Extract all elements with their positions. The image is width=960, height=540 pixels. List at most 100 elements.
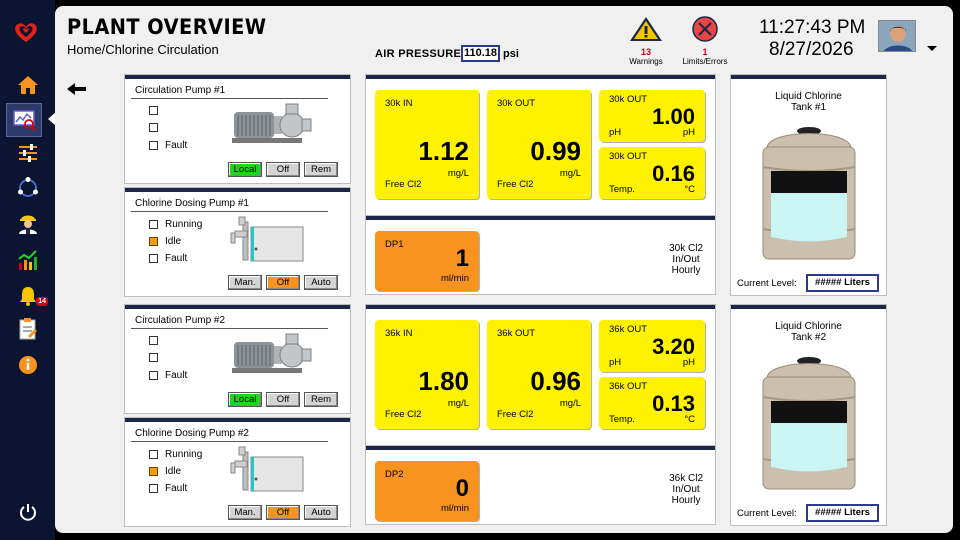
cycle-icon (18, 177, 38, 197)
circulation-pump-2-panel: Circulation Pump #2 Fault Local Off Rem (125, 305, 350, 413)
warnings-count: 13 (640, 47, 651, 57)
status-checkbox-active (149, 467, 158, 476)
status-row-fault: Fault (149, 370, 187, 381)
tank-title: Liquid Chlorine Tank #2 (775, 321, 842, 343)
level-label: Current Level: (737, 278, 797, 289)
status-row-fault: Fault (149, 483, 187, 494)
warnings-indicator[interactable]: 13 Warnings (621, 16, 671, 67)
sidebar-home-button[interactable] (8, 70, 48, 100)
free-cl2-in-tile: 30k IN 1.12 mg/L Free Cl2 (375, 90, 479, 199)
sidebar-power-button[interactable] (8, 497, 48, 527)
dosing-rate-tile: DP1 1 ml/min (375, 231, 479, 291)
status-row-running: Running (149, 219, 202, 230)
readings-group-36k: 36k IN 1.80 mg/L Free Cl2 36k OUT 0.96 m… (366, 305, 715, 445)
tile-unit: °C (684, 184, 695, 195)
mode-off-button[interactable]: Off (266, 162, 300, 177)
status-checkbox (149, 254, 158, 263)
sidebar-operator-button[interactable] (8, 208, 48, 238)
tank-icon (762, 357, 856, 490)
sliders-icon (19, 144, 37, 162)
ph-tile: 30k OUT 1.00 pH pH (599, 90, 705, 142)
free-cl2-in-tile: 36k IN 1.80 mg/L Free Cl2 (375, 320, 479, 429)
brand-logo (12, 22, 40, 49)
main-area: PLANT OVERVIEW Home/Chlorine Circulation… (55, 6, 953, 533)
error-x-icon (692, 16, 718, 42)
errors-indicator[interactable]: 1 Limits/Errors (680, 16, 730, 67)
back-button[interactable] (67, 82, 87, 100)
status-checkbox (149, 371, 158, 380)
level-value: ##### Liters (806, 274, 879, 292)
dosing-pump-icon (230, 216, 304, 262)
dosing-rate-tile: DP2 0 ml/min (375, 461, 479, 521)
sidebar-settings-button[interactable] (8, 138, 48, 168)
status-row-idle: Idle (149, 466, 181, 477)
tile-sublabel: Free Cl2 (385, 409, 422, 420)
mode-off-button[interactable]: Off (266, 275, 300, 290)
avatar[interactable] (878, 20, 916, 52)
warnings-label: Warnings (629, 57, 663, 66)
errors-label: Limits/Errors (682, 57, 728, 66)
breadcrumb[interactable]: Home/Chlorine Circulation (67, 42, 219, 57)
mode-remote-button[interactable]: Rem (304, 162, 338, 177)
status-row (149, 353, 165, 362)
tile-label: DP1 (385, 239, 404, 250)
sidebar: 14 (0, 0, 56, 540)
sidebar-report-button[interactable] (8, 314, 48, 344)
air-pressure-unit: psi (503, 48, 519, 60)
mode-local-button[interactable]: Local (228, 392, 262, 407)
mode-manual-button[interactable]: Man. (228, 275, 262, 290)
circulation-pump-1-panel: Circulation Pump #1 Fault Local Off Rem (125, 75, 350, 183)
tile-value: 1.80 (418, 366, 469, 396)
tile-label: 30k IN (385, 98, 413, 109)
sidebar-cycle-button[interactable] (8, 173, 48, 203)
status-checkbox-active (149, 237, 158, 246)
air-pressure-label: AIR PRESSURE: (375, 48, 466, 60)
user-menu-caret[interactable] (927, 46, 937, 51)
tile-sublabel: pH (609, 357, 622, 368)
tile-sublabel: Temp. (609, 414, 635, 425)
status-checkbox (149, 220, 158, 229)
tile-sublabel: Free Cl2 (497, 179, 534, 190)
tile-unit: mg/L (559, 398, 581, 409)
tile-label: 36k OUT (497, 328, 536, 339)
tile-unit: pH (682, 357, 695, 368)
chlorine-dosing-pump-2-panel: Chlorine Dosing Pump #2 Running Idle Fau… (125, 418, 350, 526)
sidebar-alarms-button[interactable]: 14 (8, 281, 48, 311)
sidebar-info-button[interactable] (8, 350, 48, 380)
mode-remote-button[interactable]: Rem (304, 392, 338, 407)
status-checkbox (149, 123, 158, 132)
mode-local-button[interactable]: Local (228, 162, 262, 177)
status-row-fault: Fault (149, 140, 187, 151)
sidebar-dashboard-button[interactable] (6, 103, 42, 137)
mode-auto-button[interactable]: Auto (304, 275, 338, 290)
temperature-tile: 30k OUT 0.16 °C Temp. (599, 147, 705, 199)
status-checkbox (149, 141, 158, 150)
page-title: PLANT OVERVIEW (67, 15, 267, 39)
liquid-chlorine-tank-1-panel: Liquid Chlorine Tank #1 Current Level: #… (731, 75, 886, 295)
dosing-rate-panel-dp1: DP1 1 ml/min 30k Cl2 In/Out Hourly (366, 216, 715, 294)
mode-off-button[interactable]: Off (266, 392, 300, 407)
sidebar-trend-button[interactable] (8, 245, 48, 275)
mode-auto-button[interactable]: Auto (304, 505, 338, 520)
user-photo-icon (879, 21, 915, 51)
tile-sublabel: Free Cl2 (385, 179, 422, 190)
mode-off-button[interactable]: Off (266, 505, 300, 520)
mode-manual-button[interactable]: Man. (228, 505, 262, 520)
trend-icon (18, 250, 37, 270)
panel-title: Chlorine Dosing Pump #2 (135, 428, 249, 439)
ph-tile: 36k OUT 3.20 pH pH (599, 320, 705, 372)
panel-title: Chlorine Dosing Pump #1 (135, 198, 249, 209)
dashboard-icon (13, 110, 36, 131)
free-cl2-out-tile: 30k OUT 0.99 mg/L Free Cl2 (487, 90, 591, 199)
arrow-left-icon (67, 83, 86, 95)
status-row (149, 336, 165, 345)
liquid-chlorine-tank-2-panel: Liquid Chlorine Tank #2 Current Level: #… (731, 305, 886, 525)
operator-icon (19, 215, 37, 234)
tile-label: 30k OUT (497, 98, 536, 109)
tank-title: Liquid Chlorine Tank #1 (775, 91, 842, 113)
centrifugal-pump-icon (232, 103, 312, 143)
chlorine-dosing-pump-1-panel: Chlorine Dosing Pump #1 Running Idle Fau… (125, 188, 350, 296)
status-row-fault: Fault (149, 253, 187, 264)
tile-value: 1.12 (418, 136, 469, 166)
tile-sublabel: Free Cl2 (497, 409, 534, 420)
